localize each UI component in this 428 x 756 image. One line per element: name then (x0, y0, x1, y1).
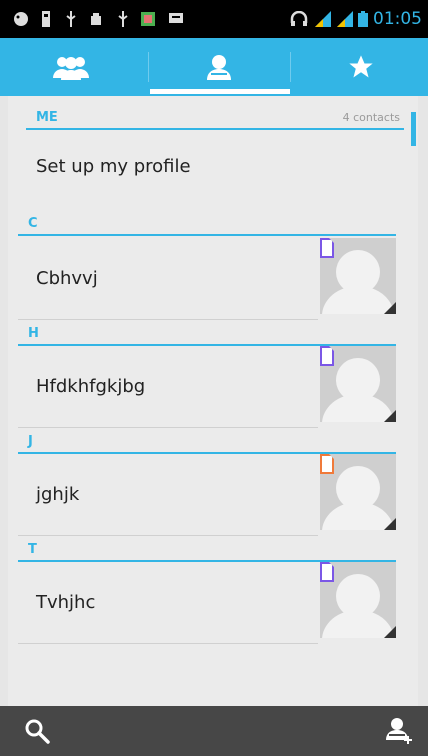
sim-card-icon (320, 454, 334, 474)
contact-photo[interactable] (320, 562, 396, 638)
add-contact-icon (386, 718, 412, 744)
setup-profile-label: Set up my profile (36, 156, 191, 177)
contact-photo[interactable] (320, 454, 396, 530)
message-icon (169, 13, 183, 23)
status-time: 01:05 (373, 9, 422, 29)
section-header-h: H (18, 316, 396, 348)
sim-card-icon (320, 346, 334, 366)
section-header-t: T (18, 532, 396, 564)
bottom-action-bar (0, 706, 428, 756)
contact-name: Tvhjhc (36, 592, 96, 613)
section-header-me: ME 4 contacts (26, 100, 404, 132)
contact-row[interactable]: Tvhjhc (18, 562, 396, 644)
contact-photo[interactable] (320, 238, 396, 314)
sim-card-icon (320, 238, 334, 258)
sim-card-icon (320, 562, 334, 582)
contact-row[interactable]: Hfdkhfgkjbg (18, 346, 396, 428)
section-header-c: C (18, 206, 396, 238)
usb-icon (66, 11, 76, 27)
divider (18, 643, 318, 644)
star-icon (349, 55, 373, 78)
contact-name: jghjk (36, 484, 80, 505)
section-header-j: J (18, 424, 396, 456)
search-button[interactable] (24, 718, 50, 748)
setup-profile-row[interactable]: Set up my profile (18, 130, 396, 204)
contact-photo[interactable] (320, 346, 396, 422)
divider (18, 234, 396, 236)
tab-groups[interactable] (0, 38, 142, 96)
sd-card-icon (42, 11, 50, 27)
contact-count: 4 contacts (342, 111, 400, 124)
signal-icon (315, 11, 331, 27)
scrollbar[interactable] (411, 112, 416, 146)
contact-name: Hfdkhfgkjbg (36, 376, 146, 397)
contact-row[interactable]: jghjk (18, 454, 396, 536)
add-contact-button[interactable] (384, 716, 414, 750)
section-letter: H (28, 326, 39, 341)
search-icon (25, 719, 50, 744)
selected-tab-indicator (150, 89, 290, 94)
tab-favorites[interactable] (290, 38, 428, 96)
battery-icon (358, 11, 368, 27)
tab-bar (0, 38, 428, 96)
tab-all-contacts[interactable] (148, 38, 290, 96)
section-letter: J (28, 434, 33, 449)
headset-icon (290, 11, 308, 26)
contact-name: Cbhvvj (36, 268, 98, 289)
usb-icon (118, 11, 128, 27)
section-letter: ME (36, 110, 58, 125)
groups-icon (53, 57, 89, 80)
section-letter: T (28, 542, 37, 557)
section-letter: C (28, 216, 38, 231)
signal-icon (337, 11, 353, 27)
gallery-icon (141, 12, 155, 26)
person-icon (207, 55, 231, 80)
android-icon (91, 13, 101, 25)
contact-row[interactable]: Cbhvvj (18, 238, 396, 320)
android-debug-icon (14, 12, 28, 26)
status-bar: 01:05 (0, 0, 428, 38)
